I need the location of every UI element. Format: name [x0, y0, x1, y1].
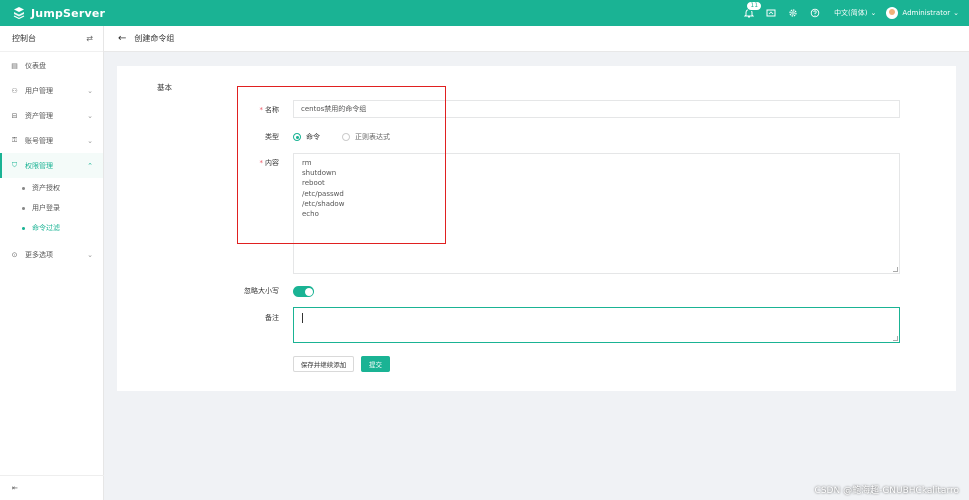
more-icon: ⊙ [11, 250, 18, 259]
settings-button[interactable] [784, 4, 802, 22]
shield-icon: ⛉ [11, 161, 18, 169]
save-and-continue-button[interactable]: 保存并继续添加 [293, 356, 354, 372]
sidebar-item-assets[interactable]: ⊟ 资产管理 ⌄ [0, 103, 103, 128]
chevron-down-icon: ⌄ [87, 111, 93, 120]
chevron-down-icon: ⌄ [87, 136, 93, 145]
ignore-case-label-text: 忽略大小写 [244, 287, 279, 295]
resize-handle[interactable] [893, 267, 898, 272]
language-label: 中文(简体) [834, 9, 868, 17]
top-right-tools: 11 中文(简体) ⌄ Administrator ⌄ [736, 0, 959, 26]
back-arrow-icon[interactable]: ← [118, 33, 126, 44]
accounts-icon: ⚿ [11, 136, 18, 144]
sidebar-item-label: 用户管理 [25, 86, 53, 95]
section-title: 基本 [157, 83, 172, 92]
sidebar-item-label: 仪表盘 [25, 61, 46, 70]
highlight-annotation-box [237, 86, 446, 244]
sidebar-subitem-asset-permission[interactable]: 资产授权 [0, 178, 103, 198]
sidebar-subitem-command-filter[interactable]: 命令过滤 [0, 218, 103, 238]
chevron-down-icon: ⌄ [953, 9, 959, 17]
sidebar-collapse-button[interactable]: ⇤ [0, 475, 104, 500]
sidebar-item-dashboard[interactable]: ▤ 仪表盘 [0, 53, 103, 78]
sidebar: 控制台 ⇄ ▤ 仪表盘 ⚇ 用户管理 ⌄ ⊟ 资产管理 ⌄ ⚿ 账号管理 ⌄ ⛉… [0, 26, 104, 500]
ignore-case-toggle[interactable] [293, 286, 314, 297]
brand-name: JumpServer [31, 6, 106, 20]
message-button[interactable] [762, 4, 780, 22]
chevron-down-icon: ⌄ [87, 86, 93, 95]
sidebar-header: 控制台 ⇄ [0, 26, 103, 52]
jumpserver-logo-icon [13, 7, 25, 20]
help-icon [810, 8, 820, 18]
chevron-down-icon: ⌄ [87, 250, 93, 259]
top-bar: JumpServer 11 中文(简体) ⌄ Administrator ⌄ [0, 0, 969, 26]
sidebar-subitem-label: 资产授权 [32, 184, 60, 192]
resize-handle[interactable] [893, 336, 898, 341]
note-label-text: 备注 [265, 314, 279, 322]
help-button[interactable] [806, 4, 824, 22]
sidebar-subitem-label: 命令过滤 [32, 224, 60, 232]
assets-icon: ⊟ [11, 111, 18, 120]
sidebar-item-label: 资产管理 [25, 111, 53, 120]
switch-view-icon[interactable]: ⇄ [86, 34, 93, 43]
ignore-case-label: 忽略大小写 [199, 286, 279, 296]
note-label: 备注 [199, 313, 279, 323]
watermark-text: CSDN @鲍海超-GNUBHCkalitarro [814, 486, 959, 496]
user-menu[interactable]: Administrator ⌄ [886, 7, 959, 19]
chevron-down-icon: ⌄ [870, 9, 877, 17]
chevron-up-icon: ⌃ [87, 161, 93, 170]
user-name: Administrator [902, 9, 951, 17]
submit-button[interactable]: 提交 [361, 356, 390, 372]
page-title: 创建命令组 [134, 34, 175, 43]
message-icon [766, 9, 776, 17]
sidebar-subitem-label: 用户登录 [32, 204, 60, 212]
users-icon: ⚇ [11, 86, 18, 95]
avatar [886, 7, 899, 19]
dashboard-icon: ▤ [11, 61, 18, 70]
sidebar-item-label: 账号管理 [25, 136, 53, 145]
sidebar-item-more[interactable]: ⊙ 更多选项 ⌄ [0, 242, 103, 267]
sidebar-item-permissions[interactable]: ⛉ 权限管理 ⌃ [0, 153, 103, 178]
logo[interactable]: JumpServer [12, 6, 105, 20]
console-title: 控制台 [12, 34, 36, 43]
sidebar-item-label: 更多选项 [25, 250, 53, 259]
notification-button[interactable]: 11 [740, 1, 763, 22]
note-textarea[interactable] [293, 307, 900, 343]
page-header: ← 创建命令组 [104, 26, 969, 52]
gear-icon [789, 9, 797, 17]
notification-badge: 11 [746, 1, 763, 11]
sidebar-item-users[interactable]: ⚇ 用户管理 ⌄ [0, 78, 103, 103]
text-caret [302, 313, 303, 323]
collapse-icon: ⇤ [12, 484, 18, 492]
sidebar-item-label: 权限管理 [25, 161, 53, 170]
sidebar-item-accounts[interactable]: ⚿ 账号管理 ⌄ [0, 128, 103, 153]
sidebar-subitem-user-login[interactable]: 用户登录 [0, 198, 103, 218]
language-selector[interactable]: 中文(简体) ⌄ [834, 8, 876, 18]
